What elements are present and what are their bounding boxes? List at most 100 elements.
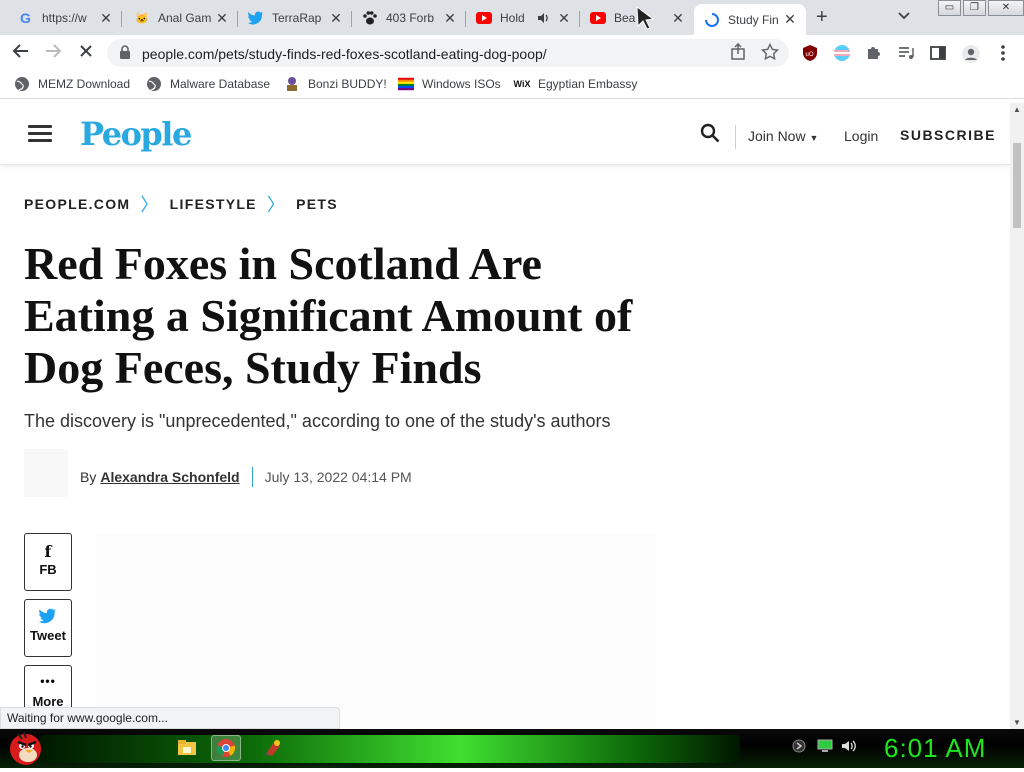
bookmark-label: Malware Database <box>170 77 271 91</box>
chrome-menu-icon[interactable] <box>994 44 1012 62</box>
volume-icon[interactable] <box>841 739 857 756</box>
tab-title: Study Fin <box>728 12 779 27</box>
new-tab-button[interactable]: + <box>816 6 828 29</box>
bookmark-memz-download[interactable]: MEMZ Download <box>14 76 130 92</box>
network-icon[interactable] <box>792 739 806 756</box>
start-button[interactable] <box>6 731 44 767</box>
header-divider <box>735 125 736 149</box>
tab-hold[interactable]: Hold ✕ <box>466 4 580 32</box>
taskbar: 6:01 AM <box>0 729 1024 768</box>
side-panel-icon[interactable] <box>929 44 947 62</box>
bookmark-label: Egyptian Embassy <box>538 77 638 91</box>
lock-icon[interactable] <box>119 45 131 62</box>
app-taskbar-icon[interactable] <box>258 735 288 761</box>
mouse-cursor-icon <box>635 5 657 32</box>
extension-flag-icon[interactable] <box>833 44 851 62</box>
byline-divider <box>251 467 253 487</box>
article-headline: Red Foxes in Scotland Are Eating a Signi… <box>24 238 633 393</box>
bookmark-malware-database[interactable]: Malware Database <box>146 76 270 92</box>
people-logo[interactable]: People <box>80 115 192 153</box>
taskbar-clock[interactable]: 6:01 AM <box>884 733 986 764</box>
tab-title: TerraRap <box>272 11 322 25</box>
tab-anal-game[interactable]: 🐱 Anal Gam ✕ <box>124 4 238 32</box>
breadcrumb-people-com[interactable]: PEOPLE.COM <box>24 196 130 212</box>
bookmarks-bar: MEMZ Download Malware Database Bonzi BUD… <box>0 70 1024 99</box>
monitor-tray-icon[interactable] <box>817 739 833 756</box>
share-label: Tweet <box>30 628 66 643</box>
bookmark-bonzi-buddy[interactable]: Bonzi BUDDY! <box>284 76 387 92</box>
tab-title: Anal Gam <box>158 11 212 25</box>
svg-text:uO: uO <box>806 52 814 58</box>
file-explorer-taskbar-icon[interactable] <box>172 735 202 761</box>
breadcrumb-pets[interactable]: PETS <box>296 196 338 212</box>
stop-loading-button[interactable] <box>75 42 97 64</box>
close-icon[interactable]: ✕ <box>670 10 686 27</box>
close-icon[interactable]: ✕ <box>442 10 458 27</box>
tab-title: https://w <box>42 11 87 25</box>
share-label: FB <box>39 562 57 577</box>
close-icon[interactable]: ✕ <box>214 10 230 27</box>
bookmark-windows-isos[interactable]: Windows ISOs <box>398 76 501 92</box>
article-subtitle: The discovery is "unprecedented," accord… <box>24 411 611 431</box>
page-scrollbar[interactable]: ▲ ▼ <box>1010 103 1024 729</box>
site-header: People Join Now ▼ Login SUBSCRIBE <box>0 103 1010 165</box>
breadcrumb-lifestyle[interactable]: LIFESTYLE <box>170 196 257 212</box>
tab-google[interactable]: G https://w ✕ <box>8 4 122 32</box>
youtube-icon <box>476 10 492 26</box>
more-dots-icon: ••• <box>40 674 56 688</box>
cat-face-icon: 🐱 <box>135 12 149 25</box>
media-control-icon[interactable] <box>897 44 915 62</box>
youtube-icon <box>590 10 606 26</box>
profile-avatar[interactable] <box>961 44 980 63</box>
back-button[interactable] <box>10 42 32 64</box>
maximize-button[interactable]: ❐ <box>963 0 986 16</box>
chrome-taskbar-icon[interactable] <box>211 735 241 761</box>
chevron-right-icon: 〉 <box>266 195 287 215</box>
close-icon[interactable]: ✕ <box>782 11 798 28</box>
publish-date: July 13, 2022 04:14 PM <box>264 469 412 485</box>
speaker-icon[interactable] <box>536 10 552 26</box>
chevron-right-icon: 〉 <box>140 195 160 215</box>
tab-study-finds[interactable]: Study Fin ✕ <box>694 4 806 35</box>
address-bar[interactable]: people.com/pets/study-finds-red-foxes-sc… <box>107 39 789 67</box>
scroll-up-arrow-icon[interactable]: ▲ <box>1010 105 1024 114</box>
tab-title: Hold <box>500 11 525 25</box>
url-text[interactable]: people.com/pets/study-finds-red-foxes-sc… <box>142 46 547 62</box>
bookmark-label: Windows ISOs <box>422 77 501 91</box>
subscribe-link[interactable]: SUBSCRIBE <box>900 127 996 143</box>
by-prefix: By <box>80 469 97 485</box>
close-icon[interactable]: ✕ <box>556 10 572 27</box>
minimize-button[interactable]: ▭ <box>938 0 961 16</box>
bookmark-egyptian-embassy[interactable]: WiX Egyptian Embassy <box>513 76 638 92</box>
forward-button[interactable] <box>42 42 64 64</box>
join-now-button[interactable]: Join Now ▼ <box>748 128 818 144</box>
share-icon[interactable] <box>729 42 747 65</box>
wix-icon: WiX <box>513 79 531 89</box>
paw-icon <box>362 10 378 26</box>
author-link[interactable]: Alexandra Schonfeld <box>100 469 239 485</box>
close-icon[interactable]: ✕ <box>328 10 344 27</box>
extensions-puzzle-icon[interactable] <box>865 44 883 62</box>
join-now-label: Join Now <box>748 128 806 144</box>
share-tweet-button[interactable]: Tweet <box>24 599 72 657</box>
twitter-icon <box>25 608 71 628</box>
web-page: People Join Now ▼ Login SUBSCRIBE PEOPLE… <box>0 103 1010 729</box>
ublock-icon[interactable]: uO <box>801 44 819 62</box>
hamburger-menu-icon[interactable] <box>28 125 52 143</box>
share-facebook-button[interactable]: f FB <box>24 533 72 591</box>
login-link[interactable]: Login <box>844 128 878 144</box>
google-icon: G <box>18 10 34 26</box>
search-icon[interactable] <box>700 123 720 143</box>
taskbar-glow <box>40 735 740 763</box>
bookmark-star-icon[interactable] <box>760 42 780 65</box>
scrollbar-thumb[interactable] <box>1013 143 1021 228</box>
close-window-button[interactable]: ✕ <box>988 0 1024 16</box>
tab-terrarap[interactable]: TerraRap ✕ <box>238 4 352 32</box>
tab-search-icon[interactable] <box>896 7 912 23</box>
scroll-down-arrow-icon[interactable]: ▼ <box>1010 718 1024 727</box>
tab-strip: G https://w ✕ 🐱 Anal Gam ✕ TerraRap ✕ 40… <box>0 0 1024 35</box>
bookmark-label: Bonzi BUDDY! <box>308 77 387 91</box>
close-icon[interactable]: ✕ <box>98 10 114 27</box>
byline: By Alexandra Schonfeld July 13, 2022 04:… <box>80 467 412 487</box>
tab-403-forbidden[interactable]: 403 Forb ✕ <box>352 4 466 32</box>
